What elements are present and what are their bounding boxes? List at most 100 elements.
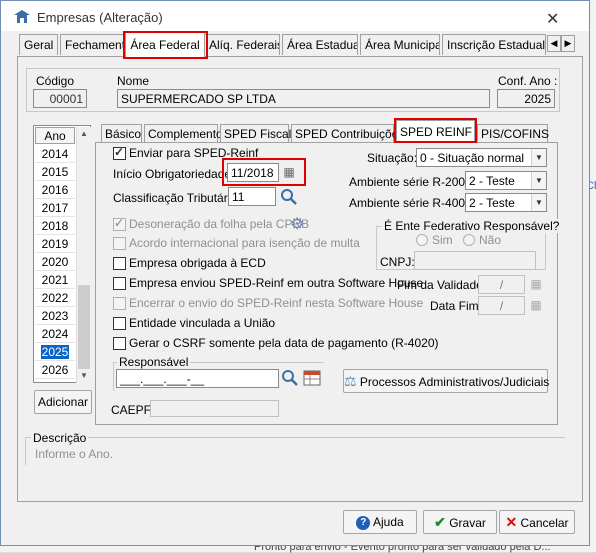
env4000-label: Ambiente série R-4000:	[349, 196, 476, 210]
situation-label: Situação:	[367, 151, 418, 165]
chevron-down-icon[interactable]: ▼	[531, 194, 546, 211]
tab-scroll-right-icon[interactable]: ▶	[561, 35, 575, 52]
desoneracao-checkbox[interactable]	[113, 216, 126, 231]
tab-aliq-federais[interactable]: Alíq. Federais	[204, 34, 280, 55]
end-date-field[interactable]: /	[478, 296, 525, 315]
tab-area-estadual[interactable]: Área Estadual	[282, 34, 358, 55]
tab-sped-contribuicoes[interactable]: SPED Contribuições	[291, 124, 404, 142]
list-item[interactable]: 2019	[35, 235, 75, 253]
scroll-up-icon[interactable]: ▲	[80, 129, 88, 138]
year-config-field[interactable]: 2025	[497, 89, 555, 108]
code-field[interactable]: 00001	[33, 89, 87, 108]
add-year-button[interactable]: Adicionar	[34, 390, 92, 414]
search-icon[interactable]	[280, 188, 298, 206]
software-house-checkbox[interactable]	[113, 277, 126, 290]
encerrar-checkbox[interactable]	[113, 297, 126, 310]
cnpj-label: CNPJ:	[380, 255, 415, 269]
name-field[interactable]: SUPERMERCADO SP LTDA	[117, 89, 490, 108]
gear-icon[interactable]: ⚙	[290, 214, 304, 234]
list-item[interactable]: 2022	[35, 289, 75, 307]
send-reinf-checkbox[interactable]	[113, 145, 126, 160]
list-item[interactable]: 2015	[35, 163, 75, 181]
description-text: Informe o Ano.	[35, 447, 114, 461]
help-button[interactable]: ? Ajuda	[343, 510, 417, 534]
chevron-down-icon[interactable]: ▼	[531, 149, 546, 166]
software-house-label: Empresa enviou SPED-Reinf em outra Softw…	[129, 276, 424, 290]
encerrar-label: Encerrar o envio do SPED-Reinf nesta Sof…	[129, 296, 424, 310]
ecd-checkbox[interactable]	[113, 257, 126, 270]
year-list-scrollbar[interactable]: ▲ ▼	[76, 127, 91, 383]
save-button[interactable]: ✔ Gravar	[423, 510, 497, 534]
list-item[interactable]: 2023	[35, 307, 75, 325]
env2000-select[interactable]: 2 - Teste ▼	[465, 171, 547, 190]
ente-no-radio[interactable]	[463, 234, 475, 246]
cancel-button[interactable]: ✕ Cancelar	[499, 510, 575, 534]
scale-icon: ⚖	[344, 373, 357, 389]
processos-button[interactable]: ⚖ Processos Administrativos/Judiciais	[343, 369, 550, 393]
class-field[interactable]: 11	[228, 187, 276, 206]
tab-pis-cofins[interactable]: PIS/COFINS	[477, 124, 549, 142]
list-item[interactable]: 2017	[35, 199, 75, 217]
entidade-checkbox[interactable]	[113, 317, 126, 330]
cancel-x-icon: ✕	[505, 514, 518, 530]
tab-inscricao-estadual[interactable]: Inscrição Estadual S	[442, 34, 546, 55]
checkmark-icon: ✔	[434, 514, 446, 530]
tab-sped-reinf[interactable]: SPED REINF	[396, 120, 475, 143]
tab-scroll-left-icon[interactable]: ◀	[547, 35, 561, 52]
list-item[interactable]: 2021	[35, 271, 75, 289]
list-item[interactable]: 2018	[35, 217, 75, 235]
cancel-button-label: Cancelar	[520, 516, 569, 530]
selected-year-text: 2025	[40, 345, 70, 359]
tab-geral[interactable]: Geral	[19, 34, 58, 55]
ente-yes-label: Sim	[432, 233, 453, 247]
calendar-icon[interactable]: ▦	[527, 275, 545, 294]
tab-area-federal[interactable]: Área Federal	[125, 31, 205, 57]
responsavel-field[interactable]: ___.___.___-__	[116, 369, 279, 388]
tab-basico[interactable]: Básico	[101, 124, 142, 142]
tab-area-municipal[interactable]: Área Municipal	[360, 34, 440, 55]
situation-select[interactable]: 0 - Situação normal ▼	[416, 148, 547, 167]
cnpj-field[interactable]	[414, 251, 536, 270]
desoneracao-label: Desoneração da folha pela CPRB	[129, 217, 310, 231]
tab-sped-fiscal[interactable]: SPED Fiscal	[220, 124, 291, 142]
start-date-field[interactable]: 11/2018	[227, 163, 279, 182]
list-item[interactable]: 2014	[35, 145, 75, 163]
list-item-selected[interactable]: 2025	[35, 343, 75, 361]
env4000-select[interactable]: 2 - Teste ▼	[465, 193, 547, 212]
close-icon[interactable]: ✕	[546, 9, 559, 29]
list-item[interactable]: 2020	[35, 253, 75, 271]
csrf-checkbox[interactable]	[113, 337, 126, 350]
acordo-checkbox[interactable]	[113, 237, 126, 250]
search-icon[interactable]	[281, 369, 299, 387]
env2000-label: Ambiente série R-2000:	[349, 175, 476, 189]
calendar-icon[interactable]: ▦	[527, 296, 545, 315]
ecd-label: Empresa obrigada à ECD	[129, 256, 266, 270]
ente-no-label: Não	[479, 233, 502, 247]
list-item[interactable]: 2016	[35, 181, 75, 199]
scroll-thumb[interactable]	[78, 285, 90, 369]
entidade-label: Entidade vinculada a União	[129, 316, 276, 330]
scroll-down-icon[interactable]: ▼	[80, 371, 88, 380]
validity-field[interactable]: /	[478, 275, 525, 294]
year-list[interactable]: Ano 2014 2015 2016 2017 2018 2019 2020 2…	[33, 125, 91, 383]
name-label: Nome	[117, 74, 150, 88]
validity-label: Fim da Validade:	[397, 278, 487, 292]
chevron-down-icon[interactable]: ▼	[531, 172, 546, 189]
year-list-header[interactable]: Ano	[35, 127, 75, 144]
table-icon[interactable]	[303, 370, 321, 386]
class-label: Classificação Tributária:	[113, 191, 241, 205]
description-title: Descrição	[31, 431, 89, 445]
calendar-icon[interactable]: ▦	[280, 163, 298, 182]
window-title: Empresas (Alteração)	[37, 10, 163, 25]
title-bar: Empresas (Alteração) ✕	[1, 1, 589, 31]
tab-complemento[interactable]: Complemento	[144, 124, 223, 142]
caepf-field[interactable]	[150, 400, 279, 417]
tab-fechamento[interactable]: Fechamento	[60, 34, 126, 55]
situation-value: 0 - Situação normal	[420, 151, 525, 165]
ente-federativo-title: É Ente Federativo Responsável?	[382, 219, 562, 233]
list-item[interactable]: 2024	[35, 325, 75, 343]
ente-yes-radio[interactable]	[416, 234, 428, 246]
processos-button-label: Processos Administrativos/Judiciais	[359, 375, 550, 389]
list-item[interactable]: 2026	[35, 361, 75, 379]
caepf-label: CAEPF:	[111, 403, 155, 417]
